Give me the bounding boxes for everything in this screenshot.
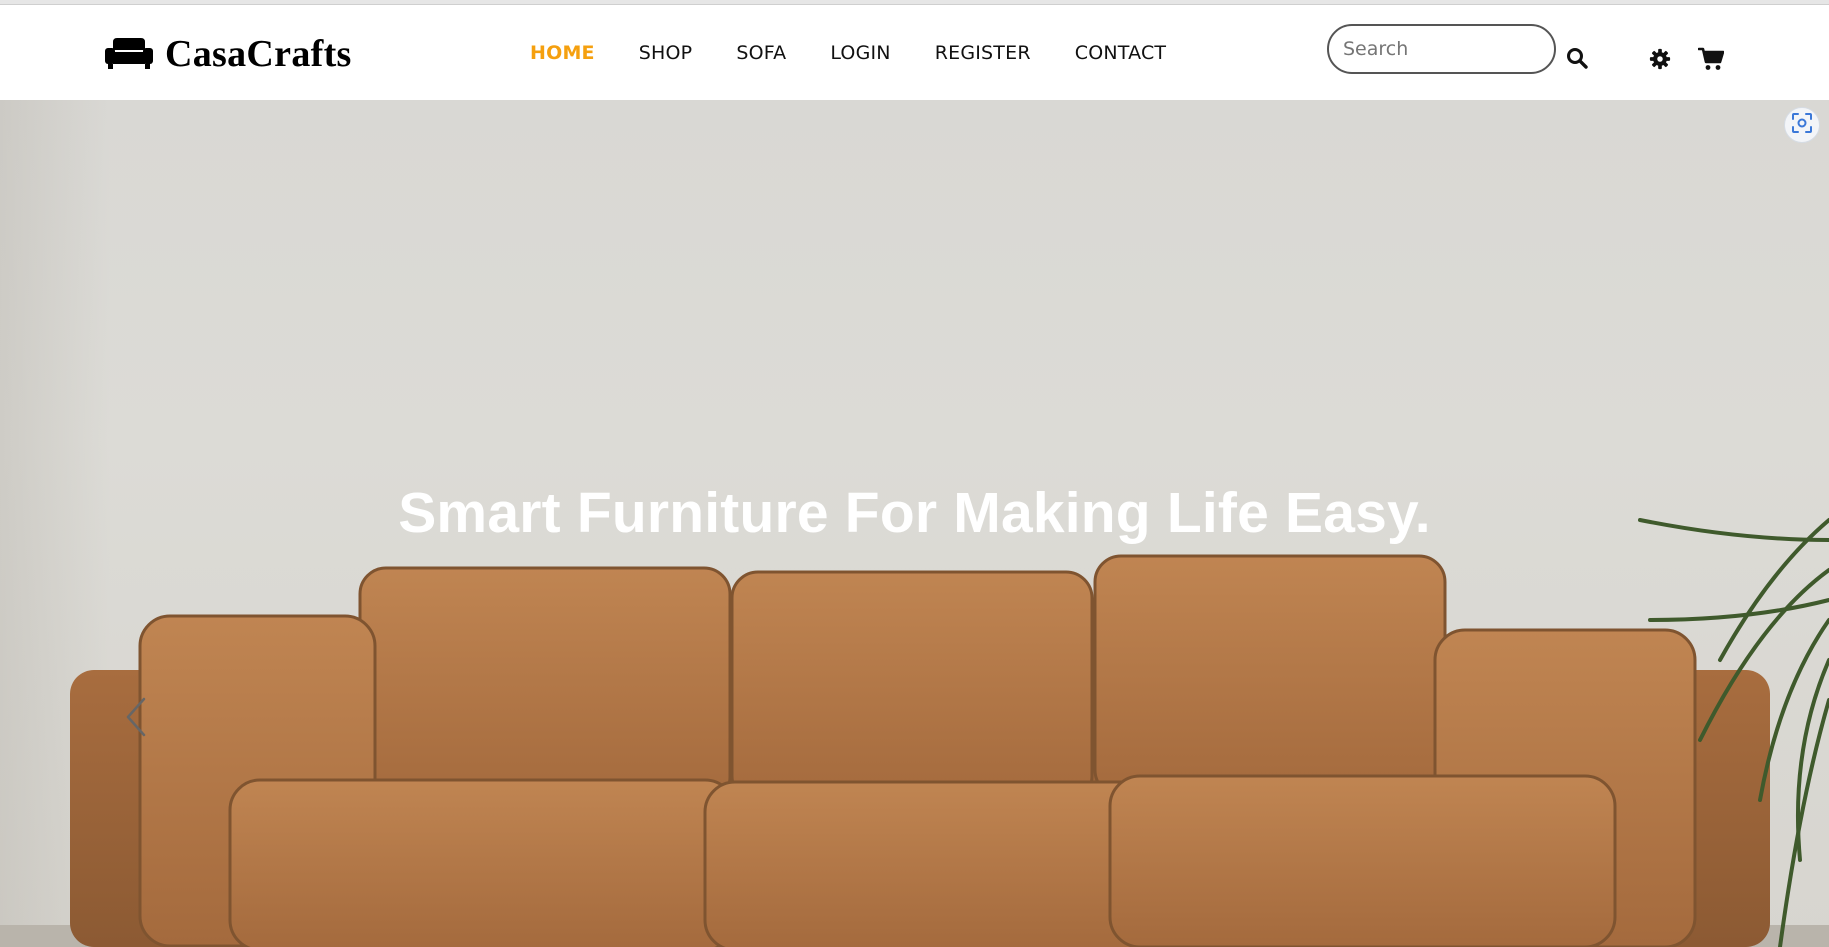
main-nav: HOME SHOP SOFA LOGIN REGISTER CONTACT bbox=[530, 41, 1166, 65]
settings-button[interactable] bbox=[1648, 48, 1672, 72]
nav-register[interactable]: REGISTER bbox=[935, 41, 1031, 65]
search-input[interactable] bbox=[1327, 24, 1556, 74]
hero-carousel: Smart Furniture For Making Life Easy. bbox=[0, 100, 1829, 947]
sofa-icon bbox=[105, 38, 153, 70]
screen-capture-icon bbox=[1791, 112, 1813, 139]
site-header: CasaCrafts HOME SHOP SOFA LOGIN REGISTER… bbox=[0, 5, 1829, 100]
carousel-prev-button[interactable] bbox=[120, 695, 152, 739]
hero-title: Smart Furniture For Making Life Easy. bbox=[398, 481, 1431, 545]
brand-logo-link[interactable]: CasaCrafts bbox=[105, 29, 352, 79]
chevron-left-icon bbox=[120, 697, 152, 742]
cart-button[interactable] bbox=[1697, 47, 1725, 73]
cart-icon bbox=[1697, 47, 1725, 74]
search-icon bbox=[1566, 47, 1588, 72]
screen-capture-button[interactable] bbox=[1784, 107, 1820, 143]
search-button[interactable] bbox=[1564, 46, 1590, 72]
nav-contact[interactable]: CONTACT bbox=[1075, 41, 1167, 65]
nav-login[interactable]: LOGIN bbox=[830, 41, 890, 65]
nav-sofa[interactable]: SOFA bbox=[736, 41, 786, 65]
brand-name: CasaCrafts bbox=[165, 33, 352, 75]
gear-icon bbox=[1649, 48, 1671, 73]
nav-shop[interactable]: SHOP bbox=[639, 41, 693, 65]
nav-home[interactable]: HOME bbox=[530, 41, 595, 65]
